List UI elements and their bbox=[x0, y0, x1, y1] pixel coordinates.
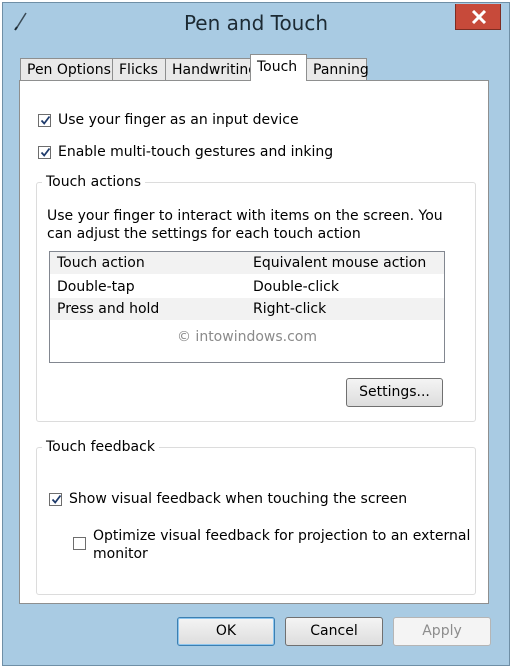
multitouch-checkbox[interactable] bbox=[38, 146, 51, 159]
touch-action-cell: Double-tap bbox=[57, 279, 135, 295]
touch-actions-group: Touch actions Use your finger to interac… bbox=[36, 174, 476, 422]
tab-flicks[interactable]: Flicks bbox=[112, 58, 166, 80]
optimize-label-line-1: Optimize visual feedback for projection … bbox=[93, 528, 471, 544]
tab-panning[interactable]: Panning bbox=[306, 58, 369, 80]
touch-feedback-legend: Touch feedback bbox=[42, 439, 159, 455]
settings-button[interactable]: Settings... bbox=[346, 378, 443, 407]
touch-action-cell: Press and hold bbox=[57, 301, 160, 317]
window-title: Pen and Touch bbox=[183, 11, 329, 35]
close-button[interactable] bbox=[455, 4, 501, 30]
optimize-feedback-checkbox[interactable] bbox=[73, 537, 86, 550]
touch-actions-description: Use your finger to interact with items o… bbox=[47, 207, 467, 243]
touch-action-list[interactable]: Touch action Equivalent mouse action Dou… bbox=[49, 251, 445, 363]
mouse-action-cell: Double-click bbox=[253, 279, 339, 295]
checkmark-icon bbox=[40, 147, 51, 157]
apply-button[interactable]: Apply bbox=[393, 617, 491, 646]
show-visual-feedback-checkbox[interactable] bbox=[49, 493, 62, 506]
mouse-action-cell: Right-click bbox=[253, 301, 327, 317]
tab-pen-options[interactable]: Pen Options bbox=[20, 58, 113, 80]
tab-handwriting[interactable]: Handwriting bbox=[165, 58, 257, 80]
show-visual-feedback-label: Show visual feedback when touching the s… bbox=[69, 491, 408, 507]
tab-panel-touch: Use your finger as an input device Enabl… bbox=[19, 80, 489, 604]
cancel-button[interactable]: Cancel bbox=[285, 617, 383, 646]
title-bar[interactable]: Pen and Touch bbox=[3, 3, 509, 45]
column-header-touch-action[interactable]: Touch action bbox=[57, 255, 145, 271]
optimize-label-line-2: monitor bbox=[93, 546, 148, 562]
dialog-window: Pen and Touch Pen Options Flicks Handwri… bbox=[2, 2, 510, 666]
ok-button[interactable]: OK bbox=[177, 617, 275, 646]
list-header: Touch action Equivalent mouse action bbox=[50, 252, 444, 274]
checkmark-icon bbox=[40, 115, 51, 125]
description-line-1: Use your finger to interact with items o… bbox=[47, 208, 443, 224]
checkmark-icon bbox=[51, 494, 62, 504]
touch-actions-legend: Touch actions bbox=[42, 174, 146, 190]
column-header-mouse-action[interactable]: Equivalent mouse action bbox=[253, 255, 426, 271]
table-row[interactable]: Double-tap Double-click bbox=[50, 276, 444, 298]
table-row[interactable]: Press and hold Right-click bbox=[50, 298, 444, 320]
multitouch-label: Enable multi-touch gestures and inking bbox=[58, 144, 334, 160]
finger-input-label: Use your finger as an input device bbox=[58, 112, 299, 128]
watermark-text: © intowindows.com bbox=[176, 329, 318, 345]
finger-input-checkbox[interactable] bbox=[38, 114, 51, 127]
touch-feedback-group: Touch feedback Show visual feedback when… bbox=[36, 439, 476, 595]
optimize-feedback-label: Optimize visual feedback for projection … bbox=[93, 527, 470, 563]
tab-touch[interactable]: Touch bbox=[250, 54, 307, 81]
description-line-2: can adjust the settings for each touch a… bbox=[47, 226, 361, 242]
